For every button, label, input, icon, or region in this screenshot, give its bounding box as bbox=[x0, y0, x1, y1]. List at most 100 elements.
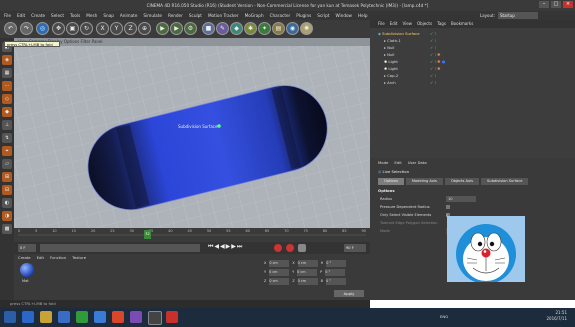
start-frame-field[interactable]: 0 F bbox=[18, 244, 36, 252]
attr-menu-edit[interactable]: Edit bbox=[394, 160, 401, 166]
maximize-button[interactable]: □ bbox=[551, 1, 561, 8]
record-icon[interactable] bbox=[274, 244, 282, 252]
mat-menu-create[interactable]: Create bbox=[18, 255, 31, 261]
coord-field[interactable]: 0 ° bbox=[326, 260, 347, 267]
material-ball-icon[interactable] bbox=[20, 263, 34, 277]
menu-create[interactable]: Create bbox=[31, 11, 45, 20]
snap-icon[interactable]: ⌖ bbox=[2, 146, 12, 156]
coord-field[interactable]: 0 cm bbox=[269, 278, 290, 285]
obj-menu-view[interactable]: View bbox=[402, 20, 412, 28]
end-frame-field[interactable]: 90 F bbox=[344, 244, 366, 252]
y-axis-icon[interactable]: Y bbox=[110, 22, 123, 35]
array-icon[interactable]: ✱ bbox=[244, 22, 257, 35]
deformer-icon[interactable]: ✦ bbox=[258, 22, 271, 35]
close-button[interactable]: × bbox=[563, 1, 573, 8]
menu-render[interactable]: Render bbox=[168, 11, 183, 20]
object-item[interactable]: ▸ Null bbox=[384, 52, 394, 58]
render-settings-icon[interactable]: ⚙ bbox=[184, 22, 197, 35]
z-axis-icon[interactable]: Z bbox=[124, 22, 137, 35]
edges-mode-icon[interactable]: ◇ bbox=[2, 94, 12, 104]
viewport-scene[interactable]: Subdivision Surface bbox=[14, 46, 370, 228]
menu-tools[interactable]: Tools bbox=[70, 11, 80, 20]
workplane-icon[interactable]: ▱ bbox=[2, 159, 12, 169]
app-icon[interactable] bbox=[94, 311, 106, 323]
visibility-check-icon[interactable]: ✓ ⁝ ✱ bbox=[430, 52, 450, 59]
keyframe-selection-icon[interactable] bbox=[298, 244, 306, 252]
tab-modeling-axis[interactable]: Modeling Axis bbox=[405, 178, 443, 185]
menu-motion-tracker[interactable]: Motion Tracker bbox=[208, 11, 239, 20]
apply-button[interactable]: Apply bbox=[334, 290, 364, 297]
obj-menu-objects[interactable]: Objects bbox=[417, 20, 432, 28]
coord-field[interactable]: 0 ° bbox=[325, 269, 346, 276]
visibility-check-icon[interactable]: ✓ ⁝ bbox=[430, 80, 450, 87]
coordinate-system-icon[interactable]: ⊕ bbox=[138, 22, 151, 35]
tab-objects-axis[interactable]: Objects Axis bbox=[444, 178, 480, 185]
render-view-icon[interactable]: ▶ bbox=[156, 22, 169, 35]
attr-menu-mode[interactable]: Mode bbox=[378, 160, 388, 166]
redo-icon[interactable]: ↷ bbox=[20, 22, 33, 35]
frame-range-slider[interactable] bbox=[40, 244, 200, 252]
playhead[interactable]: 32 bbox=[144, 230, 151, 239]
obj-menu-edit[interactable]: Edit bbox=[390, 20, 398, 28]
menu-character[interactable]: Character bbox=[270, 11, 291, 20]
viewport-solo-icon[interactable]: ◑ bbox=[2, 211, 12, 221]
visibility-check-icon[interactable]: ✓ ⁝ ✱ bbox=[430, 66, 450, 73]
obj-menu-tags[interactable]: Tags bbox=[437, 20, 446, 28]
planar-workplane-icon[interactable]: ⊟ bbox=[2, 185, 12, 195]
radius-field[interactable]: 10 bbox=[446, 196, 476, 202]
render-picture-viewer-icon[interactable]: ▶ bbox=[170, 22, 183, 35]
points-mode-icon[interactable]: ⋯ bbox=[2, 81, 12, 91]
menu-plugins[interactable]: Plugins bbox=[296, 11, 311, 20]
menu-snap[interactable]: Snap bbox=[103, 11, 114, 20]
object-item[interactable]: ▸ Null bbox=[384, 45, 394, 51]
menu-file[interactable]: File bbox=[4, 11, 11, 20]
mat-menu-texture[interactable]: Texture bbox=[72, 255, 86, 261]
solo-icon[interactable]: ◐ bbox=[2, 198, 12, 208]
menu-help[interactable]: Help bbox=[358, 11, 368, 20]
transport-controls[interactable]: ⏮◀◀▶▶⏭ bbox=[208, 243, 243, 251]
menu-mograph[interactable]: MoGraph bbox=[245, 11, 264, 20]
locked-workplane-icon[interactable]: ⊞ bbox=[2, 172, 12, 182]
tweak-icon[interactable]: ↯ bbox=[2, 133, 12, 143]
coord-field[interactable]: 0 cm bbox=[297, 269, 318, 276]
autokey-icon[interactable] bbox=[286, 244, 294, 252]
light-icon[interactable]: ✺ bbox=[300, 22, 313, 35]
ie-icon[interactable] bbox=[22, 311, 34, 323]
subdivision-icon[interactable]: ◆ bbox=[230, 22, 243, 35]
visibility-check-icon[interactable]: ✓ ⁝ bbox=[430, 73, 450, 80]
rotate-icon[interactable]: ↻ bbox=[80, 22, 93, 35]
pen-icon[interactable]: ✎ bbox=[216, 22, 229, 35]
app-icon[interactable] bbox=[76, 311, 88, 323]
move-icon[interactable]: ✥ bbox=[52, 22, 65, 35]
scene-icon[interactable]: ▤ bbox=[272, 22, 285, 35]
attr-menu-user-data[interactable]: User Data bbox=[408, 160, 427, 166]
mat-menu-edit[interactable]: Edit bbox=[37, 255, 44, 261]
object-item[interactable]: ✺ Light bbox=[384, 59, 398, 65]
menu-edit[interactable]: Edit bbox=[17, 11, 25, 20]
start-button-icon[interactable] bbox=[4, 311, 16, 323]
polygons-mode-icon[interactable]: ◆ bbox=[2, 107, 12, 117]
menu-animate[interactable]: Animate bbox=[120, 11, 138, 20]
viewport-menu[interactable]: View Cameras Display Options Filter Pane… bbox=[14, 38, 370, 46]
menu-mesh[interactable]: Mesh bbox=[86, 11, 97, 20]
system-clock[interactable]: 21:51 2016/7/11 bbox=[546, 310, 567, 322]
tab-options[interactable]: Options bbox=[378, 178, 404, 185]
app-icon[interactable] bbox=[58, 311, 70, 323]
keyboard-language[interactable]: ENG bbox=[440, 314, 448, 319]
coord-field[interactable]: 0 cm bbox=[297, 260, 318, 267]
visibility-check-icon[interactable]: ✓ ⁝ bbox=[430, 38, 450, 45]
app-icon[interactable] bbox=[166, 311, 178, 323]
grid-icon[interactable]: ▩ bbox=[2, 224, 12, 234]
camera-icon[interactable]: ◉ bbox=[286, 22, 299, 35]
minimize-button[interactable]: – bbox=[539, 1, 549, 8]
material-label[interactable]: Mat bbox=[22, 279, 29, 283]
object-item[interactable]: ▸ Cloth-1 bbox=[384, 38, 401, 44]
coord-field[interactable]: 0 cm bbox=[269, 269, 290, 276]
menu-select[interactable]: Select bbox=[51, 11, 64, 20]
file-explorer-icon[interactable] bbox=[40, 311, 52, 323]
layout-select[interactable]: Startup bbox=[498, 12, 538, 19]
axis-mode-icon[interactable]: ⊥ bbox=[2, 120, 12, 130]
menu-sculpt[interactable]: Sculpt bbox=[189, 11, 202, 20]
coord-field[interactable]: 0 cm bbox=[297, 278, 318, 285]
mat-menu-function[interactable]: Function bbox=[50, 255, 66, 261]
